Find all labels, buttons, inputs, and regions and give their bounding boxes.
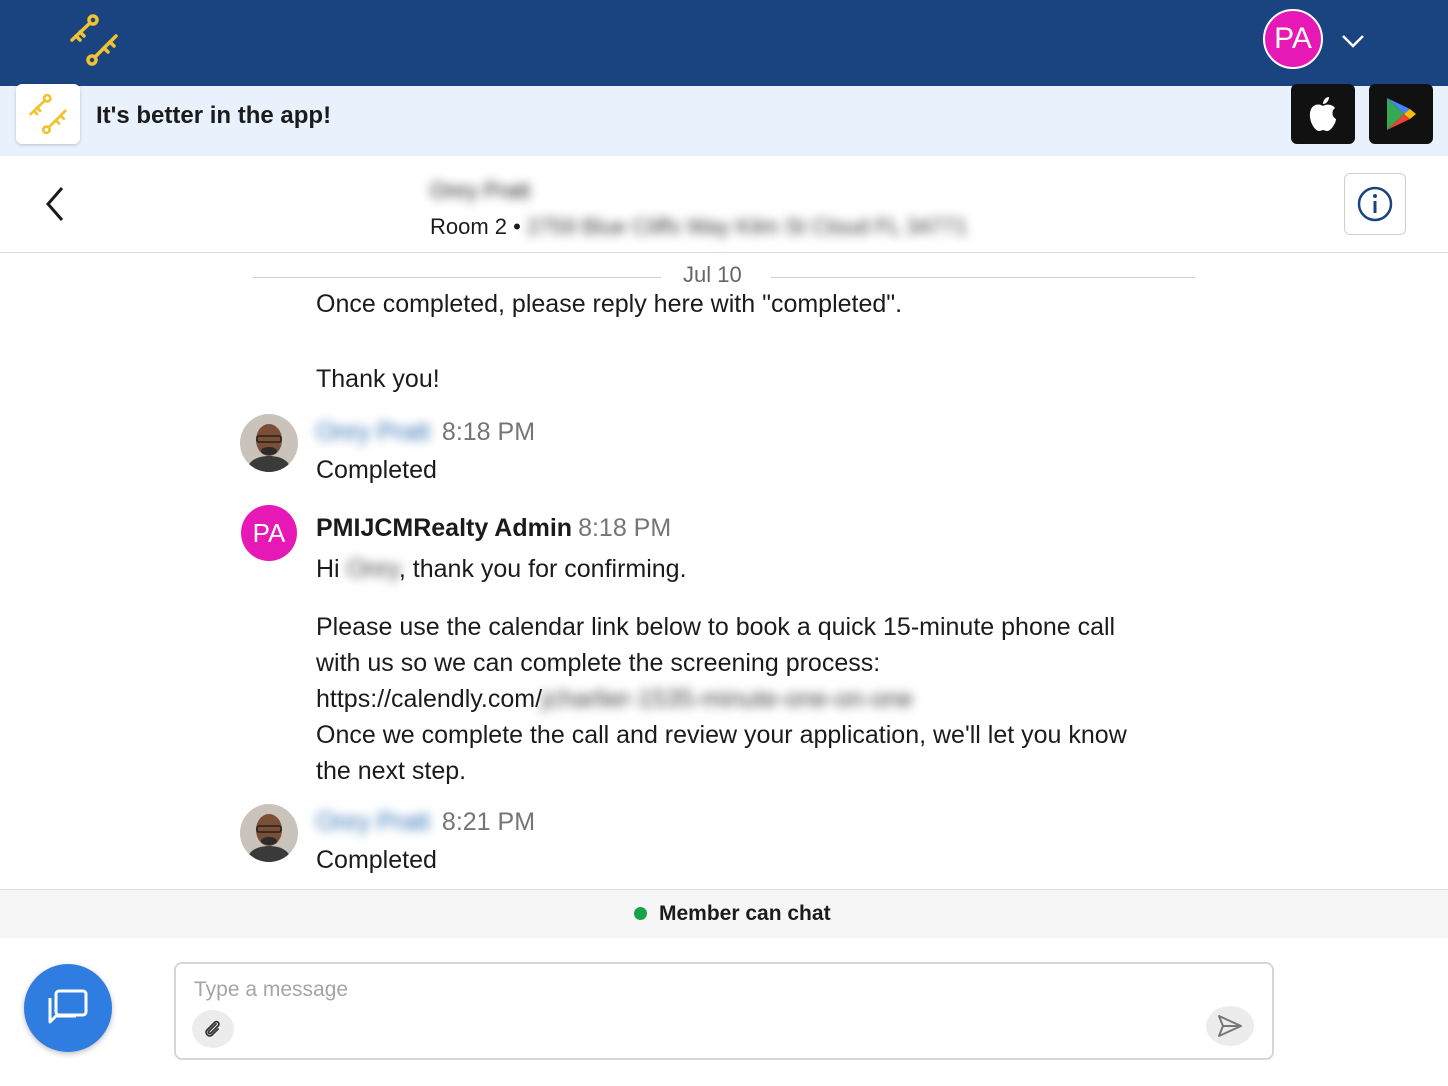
avatar[interactable]: PA [241,505,297,561]
chat-fab-button[interactable] [24,964,112,1052]
google-play-icon [1387,98,1416,130]
greeting-rest: , thank you for confirming. [398,555,687,583]
online-dot-icon [634,907,647,920]
message-text: Please use the calendar link below to bo… [316,613,1116,641]
message-text: the next step. [316,757,467,785]
message-time: 8:18 PM [441,418,536,446]
send-icon [1218,1015,1242,1037]
chat-header: Onry Pratt Room 2 • 2759 Blue Cliffs Way … [0,156,1448,253]
keys-logo-icon[interactable] [66,12,122,68]
info-button[interactable] [1344,173,1406,235]
send-button[interactable] [1206,1006,1254,1046]
conversation-name: Onry Pratt [430,178,531,203]
greeting-name: Onry [346,555,399,583]
message-input[interactable] [192,974,1196,1006]
attach-button[interactable] [192,1010,234,1048]
apple-icon [1309,97,1336,131]
paperclip-icon [205,1020,220,1037]
avatar[interactable] [240,414,298,472]
top-navbar: PA [0,0,1448,86]
status-text: Member can chat [659,902,831,925]
date-divider: Jul 10 [253,262,1195,287]
person-avatar-icon [240,414,298,472]
message-meta: PMIJCMRealty Admin 8:18 PM [316,510,671,546]
message-text: Once we complete the call and review you… [316,721,1127,749]
message-time: 8:18 PM [578,514,672,542]
avatar[interactable] [240,804,298,862]
message-text: Completed [316,456,437,484]
message-composer [174,962,1274,1060]
back-arrow-icon[interactable] [38,184,74,224]
message-meta: Onry Pratt 8:18 PM [316,414,535,450]
room-label: Room 2 • [430,214,521,239]
link-prefix[interactable]: https://calendly.com/ [316,685,542,713]
sender-name[interactable]: Onry Pratt [316,808,430,836]
message-text: Once completed, please reply here with "… [316,290,903,318]
google-play-button[interactable] [1369,84,1433,144]
chat-icon [48,989,88,1024]
banner-text: It's better in the app! [96,102,332,129]
message-text: Hi Onry, thank you for confirming. [316,551,687,587]
greeting: Hi [316,555,340,583]
divider-line [253,277,661,278]
chevron-down-icon[interactable] [1338,26,1368,56]
message-meta: Onry Pratt 8:21 PM [316,804,535,840]
link-rest[interactable]: jcharlier-1535-minute-one-on-one [542,685,913,713]
app-logo [16,84,80,144]
message-time: 8:21 PM [441,808,536,836]
date-label: Jul 10 [683,262,742,287]
message-text: Completed [316,846,437,874]
info-icon [1357,186,1393,222]
chat-status-bar: Member can chat [0,889,1448,938]
room-address: 2759 Blue Cliffs Way Kilm St Cloud FL 34… [526,214,968,239]
message-link[interactable]: https://calendly.com/jcharlier-1535-minu… [316,681,913,717]
divider-line [771,277,1195,278]
message-text: Thank you! [316,365,440,393]
message-text: with us so we can complete the screening… [316,649,881,677]
person-avatar-icon [240,804,298,862]
conversation-subtitle: Room 2 • 2759 Blue Cliffs Way Kilm St Clo… [430,214,967,240]
user-avatar[interactable]: PA [1263,9,1323,69]
keys-logo-icon [29,93,67,135]
app-store-button[interactable] [1291,84,1355,144]
sender-name[interactable]: Onry Pratt [316,418,430,446]
sender-name[interactable]: PMIJCMRealty Admin [316,514,572,542]
